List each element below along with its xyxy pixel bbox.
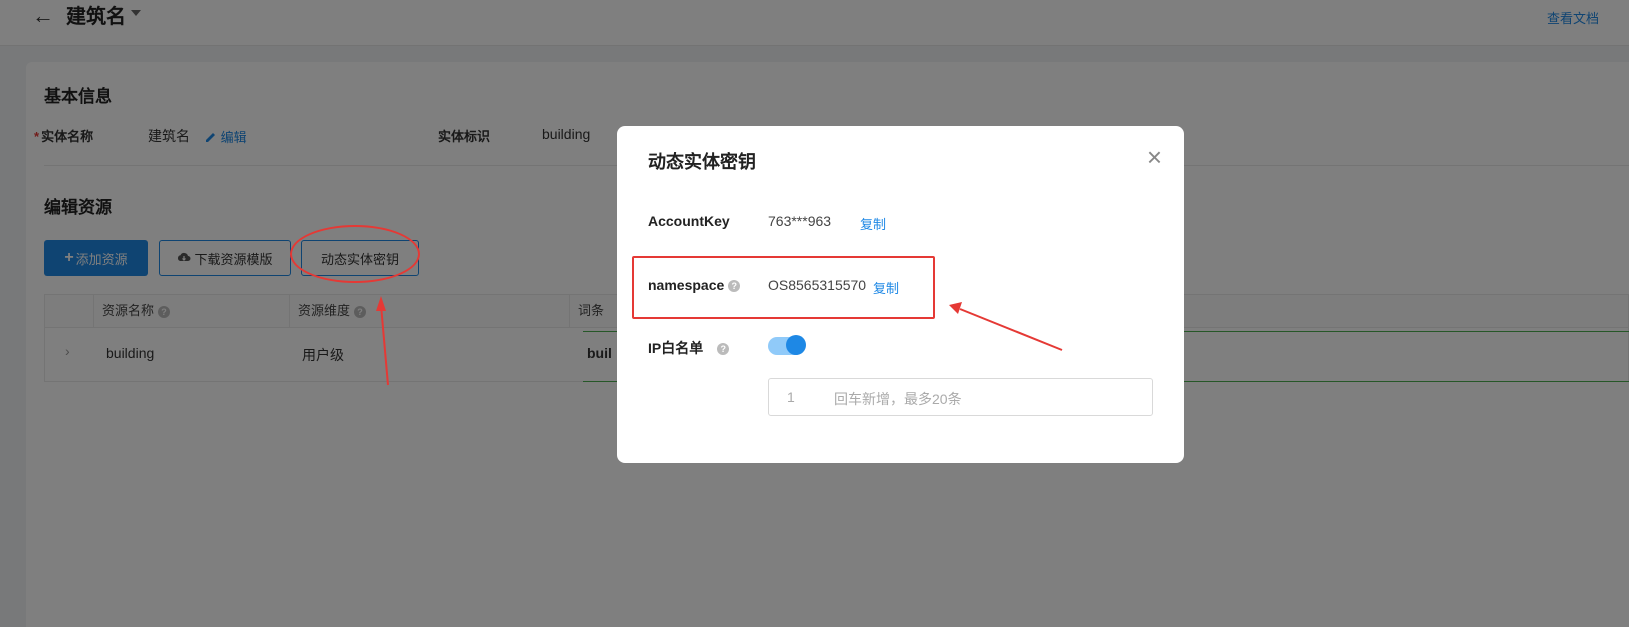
annotation-arrow-line bbox=[380, 304, 389, 386]
annotation-arrow-head bbox=[376, 296, 386, 311]
annotation-arrow-line bbox=[959, 308, 1063, 351]
annotation-arrow-head bbox=[949, 302, 962, 314]
annotation-arrows bbox=[376, 296, 1063, 386]
